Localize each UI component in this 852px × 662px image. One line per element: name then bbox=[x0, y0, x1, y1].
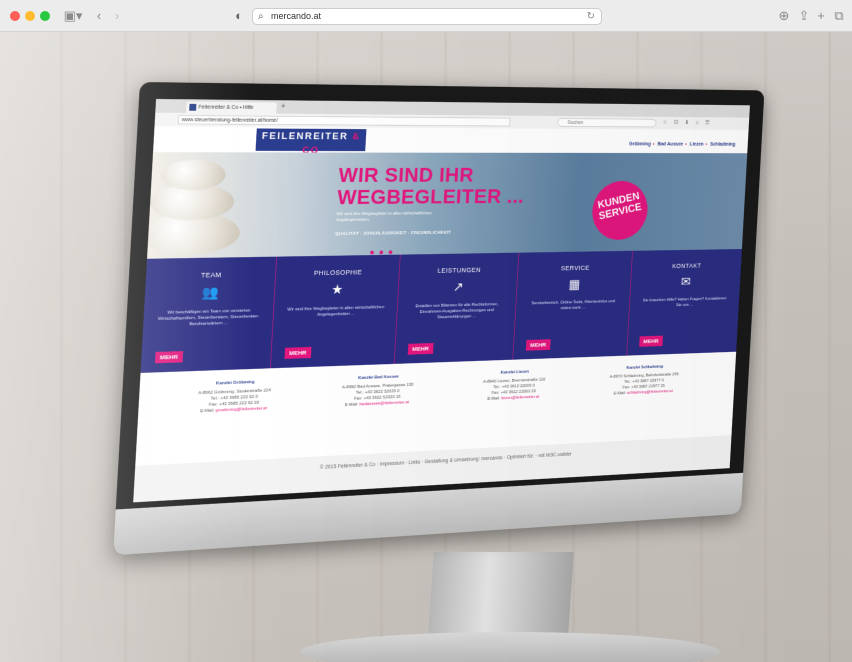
location-link[interactable]: Gröbming bbox=[629, 142, 651, 147]
zoom-window-button[interactable] bbox=[40, 11, 50, 21]
mail-label: E-Mail: bbox=[200, 408, 215, 414]
logo-text: FEILENREITER bbox=[261, 129, 349, 142]
mail-label: E-Mail: bbox=[344, 402, 359, 408]
slider-dot[interactable] bbox=[370, 250, 374, 255]
service-title: PHILOSOPHIE bbox=[313, 268, 363, 277]
service-philosophie: PHILOSOPHIE ★ Wir sind Ihre Wegbegleiter… bbox=[269, 254, 400, 369]
site-header: FEILENREITER & CO STEUERBERATUNG • WIRTS… bbox=[153, 126, 749, 162]
inner-address-bar[interactable]: www.steuerberatung-feilenreiter.at/home/ bbox=[177, 115, 511, 127]
favicon-icon bbox=[189, 103, 197, 111]
location-link[interactable]: Liezen bbox=[690, 142, 704, 147]
address-text[interactable]: mercando.at bbox=[271, 9, 321, 24]
tab-overview-icon[interactable]: ⧉ bbox=[832, 6, 846, 26]
minimize-window-button[interactable] bbox=[25, 11, 35, 21]
service-kontakt: KONTAKT ✉ Sie brauchen Hilfe? Haben Frag… bbox=[626, 249, 742, 356]
service-text: Wir sind Ihre Wegbegleiter in allen wirt… bbox=[287, 305, 385, 318]
mail-label: E-Mail: bbox=[613, 391, 626, 396]
service-text: Servicebereich, Online-Tools, Klientenin… bbox=[531, 299, 616, 311]
hero-text: Wir sind Ihre Wegbegleiter in allen wirt… bbox=[335, 211, 432, 223]
service-title: SERVICE bbox=[560, 264, 590, 272]
reload-icon[interactable]: ↻ bbox=[587, 9, 595, 24]
service-text: Erstellen von Bilanzen für alle Rechtsfo… bbox=[415, 302, 499, 320]
site-logo[interactable]: FEILENREITER & CO STEUERBERATUNG • WIRTS… bbox=[255, 128, 367, 162]
hero-banner: WIR SIND IHR WEGBEGLEITER ... Wir sind I… bbox=[147, 152, 748, 259]
monitor: Feilenreiter & Co • Hilfe + www.steuerbe… bbox=[113, 82, 765, 556]
mehr-button[interactable]: MEHR bbox=[154, 351, 183, 364]
close-window-button[interactable] bbox=[10, 11, 20, 21]
search-icon: ⌕ bbox=[258, 11, 264, 22]
inner-new-tab-icon[interactable]: + bbox=[281, 103, 286, 111]
service-team: TEAM 👥 Wir beschäftigen ein Team von ver… bbox=[141, 257, 277, 373]
office-mail-link[interactable]: groebming@feilenreiter.at bbox=[215, 406, 267, 413]
office-mail-link[interactable]: liezen@feilenreiter.at bbox=[501, 395, 539, 401]
shield-icon[interactable]: ◐ bbox=[232, 6, 246, 26]
monitor-screen: Feilenreiter & Co • Hilfe + www.steuerbe… bbox=[133, 98, 750, 503]
location-link[interactable]: Schladming bbox=[710, 142, 735, 147]
hero-title-line: WIR SIND IHR bbox=[337, 163, 475, 187]
mehr-button[interactable]: MEHR bbox=[525, 339, 551, 351]
service-title: KONTAKT bbox=[672, 262, 702, 270]
address-bar[interactable]: ⌕ mercando.at ↻ bbox=[252, 8, 602, 25]
inner-tab-label: Feilenreiter & Co • Hilfe bbox=[198, 104, 254, 111]
hero-tagline: QUALITÄT · ZUVERLÄSSIGKEIT · FREUNDLICHK… bbox=[335, 230, 452, 237]
service-title: TEAM bbox=[200, 271, 222, 279]
mehr-button[interactable]: MEHR bbox=[407, 343, 434, 355]
hero-title: WIR SIND IHR WEGBEGLEITER ... bbox=[336, 163, 526, 209]
inner-search-field[interactable]: Suchen bbox=[557, 118, 657, 128]
star-icon: ★ bbox=[330, 282, 344, 297]
inner-toolbar-icons[interactable]: ☆ ⊡ ⬇ ⌂ ☰ bbox=[663, 119, 713, 126]
share-icon[interactable]: ⇪ bbox=[796, 6, 812, 26]
service-service: SERVICE ▦ Servicebereich, Online-Tools, … bbox=[512, 250, 633, 360]
mail-icon: ✉ bbox=[680, 274, 692, 289]
download-icon[interactable]: ⊕ bbox=[776, 6, 792, 26]
service-leistungen: LEISTUNGEN ↗ Erstellen von Bilanzen für … bbox=[393, 252, 519, 364]
office-card: Kanzlei Bad Aussee A-8990 Bad Aussee, Pr… bbox=[315, 372, 439, 409]
chart-icon: ↗ bbox=[452, 279, 464, 295]
office-card: Kanzlei Liezen A-8940 Liezen, Brennerstr… bbox=[455, 367, 573, 403]
mail-label: E-Mail: bbox=[487, 396, 501, 402]
team-icon: 👥 bbox=[201, 284, 220, 301]
monitor-stand-base bbox=[300, 632, 720, 662]
new-tab-icon[interactable]: + bbox=[814, 6, 828, 26]
location-link[interactable]: Bad Aussee bbox=[657, 142, 683, 147]
mehr-button[interactable]: MEHR bbox=[639, 335, 663, 347]
slider-dot[interactable] bbox=[379, 250, 384, 255]
hero-stone bbox=[160, 159, 227, 191]
calculator-icon: ▦ bbox=[568, 277, 581, 292]
kundenservice-badge[interactable]: KUNDEN SERVICE bbox=[588, 175, 652, 246]
service-text: Sie brauchen Hilfe? Haben Fragen? Kontak… bbox=[642, 296, 727, 308]
sidebar-icon[interactable]: ▣▾ bbox=[62, 6, 84, 26]
office-card: Kanzlei Gröbming A-8962 Gröbming, Stoder… bbox=[169, 378, 299, 416]
office-card: Kanzlei Schladming A-8970 Schladming, Ba… bbox=[587, 363, 699, 398]
service-text: Wir beschäftigen ein Team von versierten… bbox=[157, 308, 260, 327]
office-mail-link[interactable]: schladming@feilenreiter.at bbox=[627, 389, 673, 395]
back-icon[interactable]: ‹ bbox=[92, 6, 106, 26]
slider-dot[interactable] bbox=[388, 250, 393, 255]
hero-title-line: WEGBEGLEITER ... bbox=[336, 184, 525, 209]
service-title: LEISTUNGEN bbox=[437, 266, 482, 275]
office-mail-link[interactable]: badaussee@feilenreiter.at bbox=[359, 400, 409, 406]
mehr-button[interactable]: MEHR bbox=[284, 346, 312, 359]
forward-icon[interactable]: › bbox=[110, 6, 124, 26]
inner-tab[interactable]: Feilenreiter & Co • Hilfe bbox=[185, 101, 277, 114]
safari-toolbar: ▣▾ ‹ › ◐ ⌕ mercando.at ↻ ⊕ ⇪ + ⧉ bbox=[0, 0, 852, 32]
location-nav: Gröbming • Bad Aussee • Liezen • Schladming bbox=[628, 141, 736, 148]
photo-scene: Feilenreiter & Co • Hilfe + www.steuerbe… bbox=[0, 32, 852, 662]
